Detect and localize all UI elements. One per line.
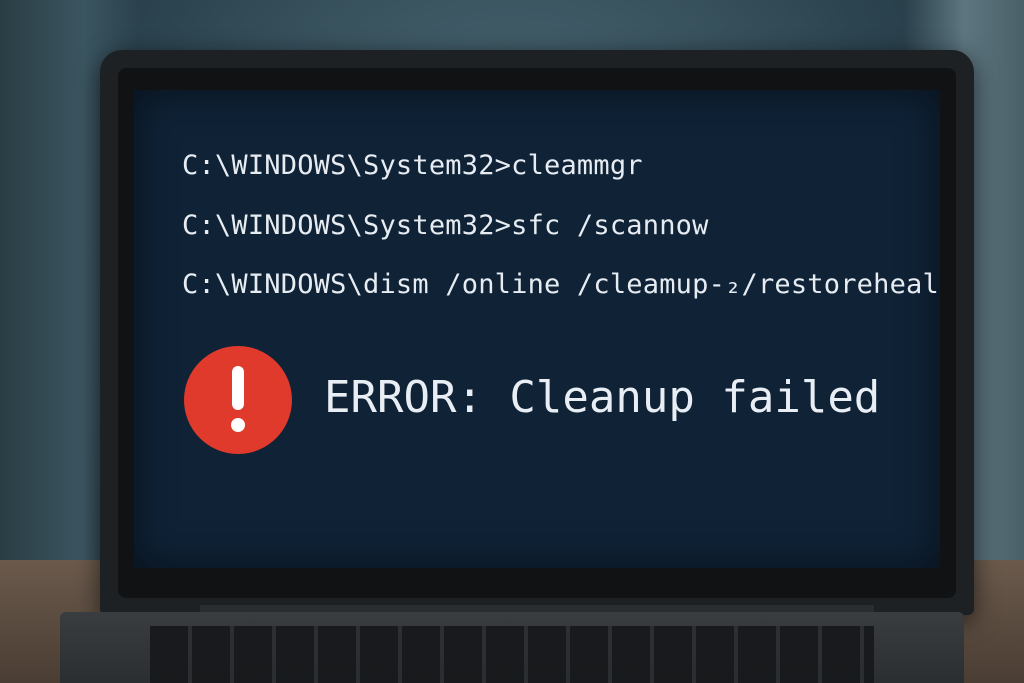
- error-message: ERROR: Cleanup failed: [324, 372, 881, 423]
- keyboard: [150, 626, 874, 683]
- exclamation-circle-icon: [184, 346, 292, 454]
- command-line-dism: C:\WINDOWS\dism /online /cleamup-₂/resto…: [182, 269, 940, 300]
- exclamation-dot: [231, 418, 245, 432]
- command-line-cleanmgr: C:\WINDOWS\System32>cleammgr: [182, 150, 643, 181]
- terminal-screen: C:\WINDOWS\System32>cleammgr C:\WINDOWS\…: [134, 90, 940, 568]
- exclamation-bar: [232, 366, 244, 410]
- command-line-sfc: C:\WINDOWS\System32>sfc /scannow: [182, 210, 709, 241]
